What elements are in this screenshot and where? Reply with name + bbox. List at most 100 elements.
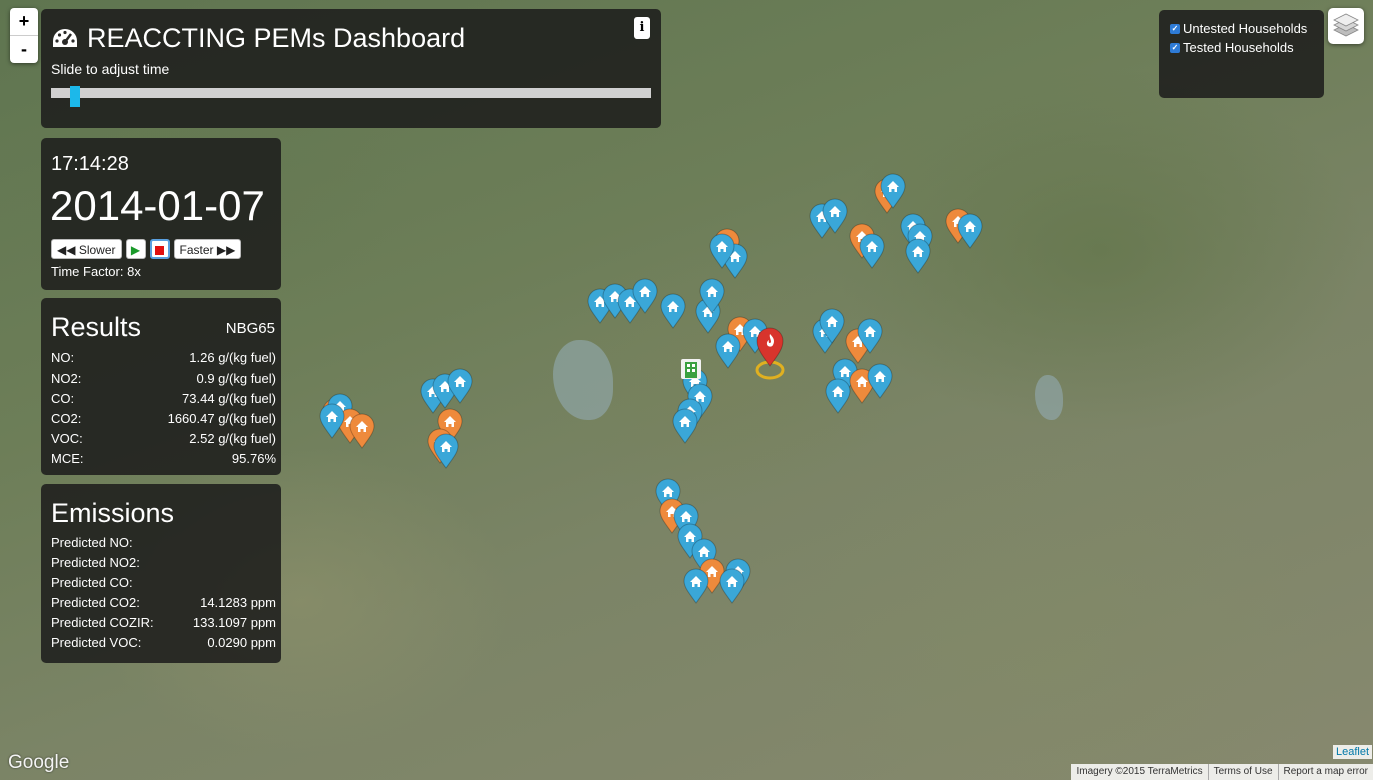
emission-row: Predicted NO2:	[51, 555, 276, 570]
time-factor: Time Factor: 8x	[51, 264, 141, 279]
emission-row: Predicted COZIR: 133.1097 ppm	[51, 615, 276, 630]
untested-household-marker[interactable]	[447, 368, 473, 404]
result-value: 73.44 g/(kg fuel)	[182, 391, 276, 406]
result-row: NO2: 0.9 g/(kg fuel)	[51, 371, 276, 386]
emission-label: Predicted NO2:	[51, 555, 140, 570]
result-value: 1.26 g/(kg fuel)	[189, 350, 276, 365]
untested-household-marker[interactable]	[825, 378, 851, 414]
untested-household-marker[interactable]	[859, 233, 885, 269]
results-title: Results	[51, 312, 142, 342]
title-panel: REACCTING PEMs Dashboard i Slide to adju…	[41, 9, 661, 128]
untested-household-marker[interactable]	[319, 403, 345, 439]
layer-label: Untested Households	[1183, 21, 1308, 36]
untested-household-marker[interactable]	[433, 433, 459, 469]
untested-household-marker[interactable]	[660, 293, 686, 329]
zoom-in-button[interactable]: +	[10, 8, 38, 36]
layers-panel: ✓ Untested Households ✓ Tested Household…	[1159, 10, 1324, 98]
time-slider-handle[interactable]	[70, 86, 80, 107]
playback-panel: 17:14:28 2014-01-07 ◀◀ Slower ▶ Faster ▶…	[41, 138, 281, 290]
slide-label: Slide to adjust time	[51, 61, 170, 77]
checkbox[interactable]: ✓	[1170, 42, 1180, 53]
result-label: MCE:	[51, 451, 84, 466]
report-error-link[interactable]: Report a map error	[1277, 764, 1373, 780]
emission-label: Predicted CO:	[51, 575, 133, 590]
imagery-credit: Imagery ©2015 TerraMetrics	[1076, 766, 1203, 777]
time-slider[interactable]	[51, 88, 651, 98]
map-attribution: Imagery ©2015 TerraMetrics Terms of Use …	[1071, 764, 1373, 780]
result-row: CO2: 1660.47 g/(kg fuel)	[51, 411, 276, 426]
faster-label: Faster	[179, 243, 214, 257]
result-value: 0.9 g/(kg fuel)	[196, 371, 277, 386]
result-value: 95.76%	[231, 451, 276, 466]
building-icon[interactable]	[680, 358, 706, 394]
rewind-icon: ◀◀	[57, 243, 76, 257]
emission-label: Predicted CO2:	[51, 595, 140, 610]
device-id: NBG65	[225, 320, 275, 337]
info-button[interactable]: i	[634, 17, 650, 39]
result-label: NO2:	[51, 371, 82, 386]
lake	[553, 340, 613, 420]
layer-label: Tested Households	[1183, 40, 1294, 55]
emission-value: 0.0290 ppm	[207, 635, 276, 650]
untested-household-marker[interactable]	[683, 568, 709, 604]
current-date: 2014-01-07	[50, 182, 265, 229]
result-row: MCE: 95.76%	[51, 451, 276, 466]
stop-icon	[155, 246, 164, 255]
result-value: 1660.47 g/(kg fuel)	[167, 411, 276, 426]
untested-household-marker[interactable]	[709, 233, 735, 269]
slower-label: Slower	[78, 243, 116, 257]
untested-household-marker[interactable]	[819, 308, 845, 344]
tested-household-marker[interactable]	[349, 413, 375, 449]
untested-household-marker[interactable]	[857, 318, 883, 354]
untested-household-marker[interactable]	[867, 363, 893, 399]
layers-icon	[1333, 13, 1359, 37]
result-label: CO2:	[51, 411, 82, 426]
result-row: CO: 73.44 g/(kg fuel)	[51, 391, 276, 406]
layers-button[interactable]	[1328, 8, 1364, 44]
page-title: REACCTING PEMs Dashboard	[51, 23, 465, 54]
result-row: VOC: 2.52 g/(kg fuel)	[51, 431, 276, 446]
play-icon: ▶	[130, 243, 141, 257]
play-button[interactable]: ▶	[125, 239, 146, 259]
emissions-title: Emissions	[51, 498, 175, 528]
result-row: NO: 1.26 g/(kg fuel)	[51, 350, 276, 365]
dashboard-icon	[53, 28, 77, 47]
playback-controls: ◀◀ Slower ▶ Faster ▶▶	[51, 239, 242, 259]
results-panel: Results NBG65 NO: 1.26 g/(kg fuel) NO2: 0.…	[41, 298, 281, 475]
emission-row: Predicted CO:	[51, 575, 276, 590]
untested-household-marker[interactable]	[632, 278, 658, 314]
fast-forward-icon: ▶▶	[216, 243, 236, 257]
result-value: 2.52 g/(kg fuel)	[189, 431, 276, 446]
emission-label: Predicted COZIR:	[51, 615, 154, 630]
leaflet-link[interactable]: Leaflet	[1333, 745, 1373, 759]
result-label: CO:	[51, 391, 75, 406]
untested-household-marker[interactable]	[715, 333, 741, 369]
emission-row: Predicted VOC: 0.0290 ppm	[51, 635, 276, 650]
google-logo: Google	[8, 752, 70, 773]
emission-row: Predicted NO:	[51, 535, 276, 550]
untested-household-marker[interactable]	[699, 278, 725, 314]
untested-household-marker[interactable]	[719, 568, 745, 604]
emission-label: Predicted VOC:	[51, 635, 142, 650]
untested-household-marker[interactable]	[672, 408, 698, 444]
terms-link[interactable]: Terms of Use	[1207, 764, 1278, 780]
zoom-out-button[interactable]: -	[10, 36, 38, 63]
checkbox[interactable]: ✓	[1170, 23, 1180, 34]
lake	[1035, 375, 1063, 420]
emissions-panel: Emissions Predicted NO: Predicted NO2: P…	[41, 484, 281, 663]
stop-button[interactable]	[149, 239, 170, 259]
slower-button[interactable]: ◀◀ Slower	[51, 239, 122, 259]
result-label: NO:	[51, 350, 75, 365]
untested-household-marker[interactable]	[822, 198, 848, 234]
faster-button[interactable]: Faster ▶▶	[173, 239, 242, 259]
untested-household-marker[interactable]	[905, 238, 931, 274]
layer-toggle-tested[interactable]: ✓ Tested Households	[1170, 40, 1294, 55]
result-label: VOC:	[51, 431, 83, 446]
zoom-control: + -	[10, 8, 38, 63]
active-device-marker[interactable]	[755, 326, 785, 380]
emission-value: 14.1283 ppm	[200, 595, 276, 610]
untested-household-marker[interactable]	[957, 213, 983, 249]
current-time: 17:14:28	[51, 153, 129, 175]
untested-household-marker[interactable]	[880, 173, 906, 209]
layer-toggle-untested[interactable]: ✓ Untested Households	[1170, 21, 1307, 36]
